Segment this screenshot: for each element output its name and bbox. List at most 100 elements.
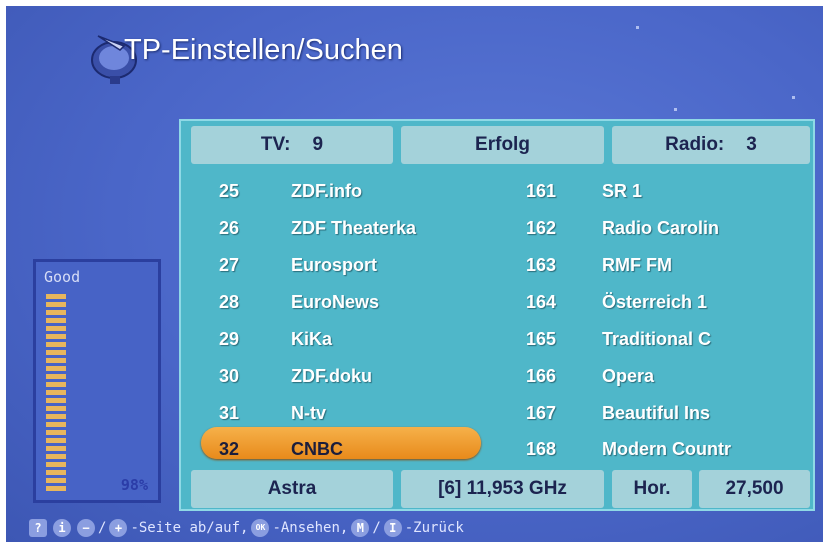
tv-channel-number: 30	[219, 366, 240, 386]
tv-channel-number: 25	[219, 181, 240, 201]
signal-bar-segment	[46, 302, 66, 307]
signal-percent: 98%	[120, 476, 148, 494]
radio-channel-number: 164	[526, 292, 557, 312]
tv-count-cell: TV: 9	[191, 126, 393, 164]
minus-key-icon[interactable]: −	[77, 519, 95, 537]
polarization-value: Hor.	[633, 478, 671, 499]
radio-channel-number: 162	[526, 218, 557, 238]
signal-bar-segment	[46, 486, 66, 491]
signal-bar-segment	[46, 470, 66, 475]
search-result-cell: Erfolg	[401, 126, 604, 164]
channel-row[interactable]: 30 ZDF.doku 166 Opera	[181, 359, 813, 395]
signal-bar-segment	[46, 422, 66, 427]
radio-channel-name: Beautiful Ins	[602, 403, 711, 423]
radio-channel-name: Opera	[602, 366, 655, 386]
channel-row-selected[interactable]: 32 CNBC 168 Modern Countr	[181, 432, 813, 468]
satellite-cell: Astra	[191, 470, 393, 508]
signal-bar-segment	[46, 438, 66, 443]
channel-search-panel: TV: 9 Erfolg Radio: 3 25 ZDF.info 161 SR 1…	[179, 119, 815, 511]
page-hint-text: -Seite ab/auf,	[130, 520, 249, 536]
signal-bar-segment	[46, 382, 66, 387]
radio-count-cell: Radio: 3	[612, 126, 810, 164]
frequency-cell: [6] 11,953 GHz	[401, 470, 604, 508]
radio-channel-number: 163	[526, 255, 557, 275]
radio-channel-number: 161	[526, 181, 557, 201]
background-sparkle	[674, 108, 677, 111]
signal-bar-segment	[46, 478, 66, 483]
ok-key-icon[interactable]: OK	[251, 519, 270, 537]
radio-channel-name: Modern Countr	[602, 439, 731, 459]
tv-channel-name: CNBC	[291, 439, 343, 459]
tv-channel-number: 32	[219, 439, 240, 459]
tv-count-label: TV:	[260, 134, 291, 155]
radio-channel-name: SR 1	[602, 181, 643, 201]
satellite-name: Astra	[267, 478, 317, 499]
tv-channel-name: EuroNews	[291, 292, 380, 312]
signal-bar-segment	[46, 366, 66, 371]
tv-channel-number: 26	[219, 218, 240, 238]
symbol-rate-value: 27,500	[725, 478, 784, 499]
menu-key-icon[interactable]: M	[351, 519, 370, 537]
tv-channel-name: ZDF Theaterka	[291, 218, 417, 238]
key-hint-bar: ? i − / + -Seite ab/auf, OK -Ansehen, M …	[26, 518, 464, 538]
help-key-icon[interactable]: ?	[29, 519, 47, 537]
channel-row[interactable]: 25 ZDF.info 161 SR 1	[181, 174, 813, 210]
radio-count-value: 3	[746, 134, 757, 155]
signal-quality-label: Good	[44, 268, 81, 286]
polarization-cell: Hor.	[612, 470, 692, 508]
signal-bar-segment	[46, 374, 66, 379]
signal-bar-segment	[46, 326, 66, 331]
tv-channel-name: Eurosport	[291, 255, 378, 275]
tv-channel-name: ZDF.info	[291, 181, 362, 201]
radio-channel-number: 166	[526, 366, 557, 386]
radio-count-label: Radio:	[665, 134, 725, 155]
radio-channel-name: Radio Carolin	[602, 218, 720, 238]
signal-bar-segment	[46, 430, 66, 435]
tv-channel-name: ZDF.doku	[291, 366, 372, 386]
page-title: TP-Einstellen/Suchen	[124, 34, 403, 66]
signal-level-bars	[46, 294, 66, 494]
tv-count-value: 9	[312, 134, 324, 155]
signal-bar-segment	[46, 334, 66, 339]
radio-channel-name: Österreich 1	[602, 292, 708, 312]
channel-row[interactable]: 31 N-tv 167 Beautiful Ins	[181, 396, 813, 432]
view-hint-text: -Ansehen,	[272, 520, 349, 536]
back-hint-text: -Zurück	[404, 520, 464, 536]
symbol-rate-cell: 27,500	[699, 470, 810, 508]
channel-row[interactable]: 28 EuroNews 164 Österreich 1	[181, 285, 813, 321]
signal-bar-segment	[46, 390, 66, 395]
tv-channel-name: KiKa	[291, 329, 333, 349]
signal-bar-segment	[46, 454, 66, 459]
signal-bar-segment	[46, 446, 66, 451]
info-key-icon[interactable]: i	[53, 519, 71, 537]
channel-row[interactable]: 26 ZDF Theaterka 162 Radio Carolin	[181, 211, 813, 247]
background-sparkle	[792, 96, 795, 99]
signal-bar-segment	[46, 414, 66, 419]
tv-channel-number: 28	[219, 292, 240, 312]
signal-bar-segment	[46, 342, 66, 347]
search-result-text: Erfolg	[475, 134, 530, 155]
tv-osd-screen: TP-Einstellen/Suchen Good 98% TV: 9 Erfol…	[6, 6, 823, 542]
plus-key-icon[interactable]: +	[109, 519, 128, 537]
hint-separator: /	[98, 520, 107, 536]
hint-separator: /	[372, 520, 381, 536]
radio-channel-name: Traditional C	[602, 329, 712, 349]
radio-channel-name: RMF FM	[602, 255, 672, 275]
transponder-frequency: [6] 11,953 GHz	[438, 478, 567, 499]
radio-channel-number: 165	[526, 329, 557, 349]
tv-channel-number: 29	[219, 329, 240, 349]
signal-bar-segment	[46, 350, 66, 355]
exit-key-icon[interactable]: I	[383, 519, 402, 537]
signal-bar-segment	[46, 294, 66, 299]
channel-row[interactable]: 27 Eurosport 163 RMF FM	[181, 248, 813, 284]
radio-channel-number: 167	[526, 403, 557, 423]
signal-bar-segment	[46, 462, 66, 467]
signal-bar-segment	[46, 318, 66, 323]
signal-bar-segment	[46, 358, 66, 363]
tv-channel-name: N-tv	[291, 403, 326, 423]
channel-row[interactable]: 29 KiKa 165 Traditional C	[181, 322, 813, 358]
signal-meter: Good 98%	[33, 259, 161, 503]
radio-channel-number: 168	[526, 439, 557, 459]
signal-bar-segment	[46, 406, 66, 411]
signal-bar-segment	[46, 310, 66, 315]
